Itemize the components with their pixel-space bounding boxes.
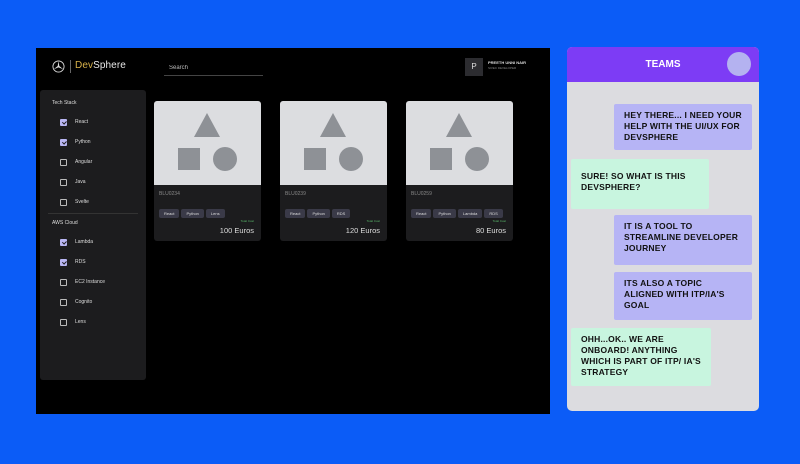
filter-angular[interactable]: Angular — [60, 158, 92, 166]
section-title-tech-stack: Tech Stack — [52, 100, 77, 106]
filter-label: RDS — [75, 259, 86, 265]
chat-message: ITS ALSO A TOPIC ALIGNED WITH ITP/IA'S G… — [614, 272, 752, 320]
shapes-placeholder-icon — [430, 113, 489, 171]
user-name: PREETH UNNI NAIR — [488, 60, 527, 65]
filter-label: React — [75, 119, 89, 125]
project-card[interactable]: BLU0259 React Python Lambda RDS Total Cost … — [406, 101, 513, 241]
cost-label: Total Cost — [492, 219, 506, 223]
tag: Python — [433, 209, 456, 218]
shapes-placeholder-icon — [178, 113, 237, 171]
section-title-aws-cloud: AWS Cloud — [52, 220, 78, 226]
chat-message: SURE! SO WHAT IS THIS DEVSPHERE? — [571, 159, 709, 209]
cost-value: 100 Euros — [219, 226, 254, 235]
filter-rds[interactable]: RDS — [60, 258, 86, 266]
cost-label: Total Cost — [366, 219, 380, 223]
filter-label: Python — [75, 139, 91, 145]
filter-python[interactable]: Python — [60, 138, 91, 146]
checkbox-lambda[interactable] — [60, 238, 67, 246]
checkbox-angular[interactable] — [60, 158, 67, 166]
checkbox-java[interactable] — [60, 178, 67, 186]
checkbox-svelte[interactable] — [60, 198, 67, 206]
card-id: BLU0259 — [411, 191, 432, 197]
card-id: BLU0239 — [285, 191, 306, 197]
filter-svelte[interactable]: Svelte — [60, 198, 89, 206]
cost-value: 80 Euros — [475, 226, 506, 235]
filter-ec2-instance[interactable]: EC2 Instance — [60, 278, 105, 286]
brand-divider — [70, 60, 71, 73]
shapes-placeholder-icon — [304, 113, 363, 171]
filter-cognito[interactable]: Cognito — [60, 298, 92, 306]
filter-label: Lens — [75, 319, 86, 325]
tag: React — [285, 209, 306, 218]
teams-avatar[interactable] — [727, 52, 751, 76]
project-card[interactable]: BLU0234 React Python Lens Total Cost 100 E… — [154, 101, 261, 241]
filter-java[interactable]: Java — [60, 178, 86, 186]
brand-dev: Dev — [75, 60, 94, 71]
star-logo-icon[interactable] — [52, 60, 65, 73]
card-image-placeholder — [154, 101, 261, 185]
card-image-placeholder — [280, 101, 387, 185]
filter-react[interactable]: React — [60, 118, 88, 126]
search-input[interactable] — [164, 62, 263, 76]
brand-name[interactable]: DevSphere — [75, 60, 126, 71]
tag: RDS — [331, 209, 351, 218]
filter-label: Svelte — [75, 199, 89, 205]
chat-message: OHH...OK.. WE ARE ONBOARD! ANYTHING WHIC… — [571, 328, 711, 386]
tag: React — [411, 209, 432, 218]
filter-sidebar: Tech Stack React Python Angular Java Sve… — [40, 90, 146, 380]
card-image-placeholder — [406, 101, 513, 185]
top-bar: DevSphere P PREETH UNNI NAIR SIVEC DEVEL… — [36, 48, 550, 86]
checkbox-cognito[interactable] — [60, 298, 67, 306]
tag: Lambda — [457, 209, 483, 218]
tag: RDS — [484, 209, 503, 218]
chat-message: HEY THERE... I NEED YOUR HELP WITH THE U… — [614, 104, 752, 150]
filter-lambda[interactable]: Lambda — [60, 238, 93, 246]
tag: Python — [307, 209, 330, 218]
card-id: BLU0234 — [159, 191, 180, 197]
teams-header: TEAMS — [567, 47, 759, 82]
checkbox-react[interactable] — [60, 118, 67, 126]
filter-label: Cognito — [75, 299, 93, 305]
tag: Lens — [205, 209, 225, 218]
tag: Python — [181, 209, 204, 218]
dashboard-window: DevSphere P PREETH UNNI NAIR SIVEC DEVEL… — [36, 48, 550, 414]
teams-chat-panel: TEAMS HEY THERE... I NEED YOUR HELP WITH… — [567, 47, 759, 411]
checkbox-ec2-instance[interactable] — [60, 278, 67, 286]
filter-label: EC2 Instance — [75, 279, 106, 285]
user-avatar[interactable]: P — [465, 58, 483, 76]
filter-label: Lambda — [75, 239, 94, 245]
cost-value: 120 Euros — [345, 226, 380, 235]
brand-sphere: Sphere — [93, 60, 126, 71]
checkbox-lens[interactable] — [60, 318, 67, 326]
filter-label: Angular — [75, 159, 93, 165]
filter-lens[interactable]: Lens — [60, 318, 86, 326]
checkbox-rds[interactable] — [60, 258, 67, 266]
chat-message: IT IS A TOOL TO STREAMLINE DEVELOPER JOU… — [614, 215, 752, 265]
user-role: SIVEC DEVELOPER — [488, 66, 517, 70]
tag: React — [159, 209, 180, 218]
filter-label: Java — [75, 179, 86, 185]
section-divider — [48, 213, 138, 214]
cost-label: Total Cost — [240, 219, 254, 223]
project-card[interactable]: BLU0239 React Python RDS Total Cost 120 Eu… — [280, 101, 387, 241]
checkbox-python[interactable] — [60, 138, 67, 146]
